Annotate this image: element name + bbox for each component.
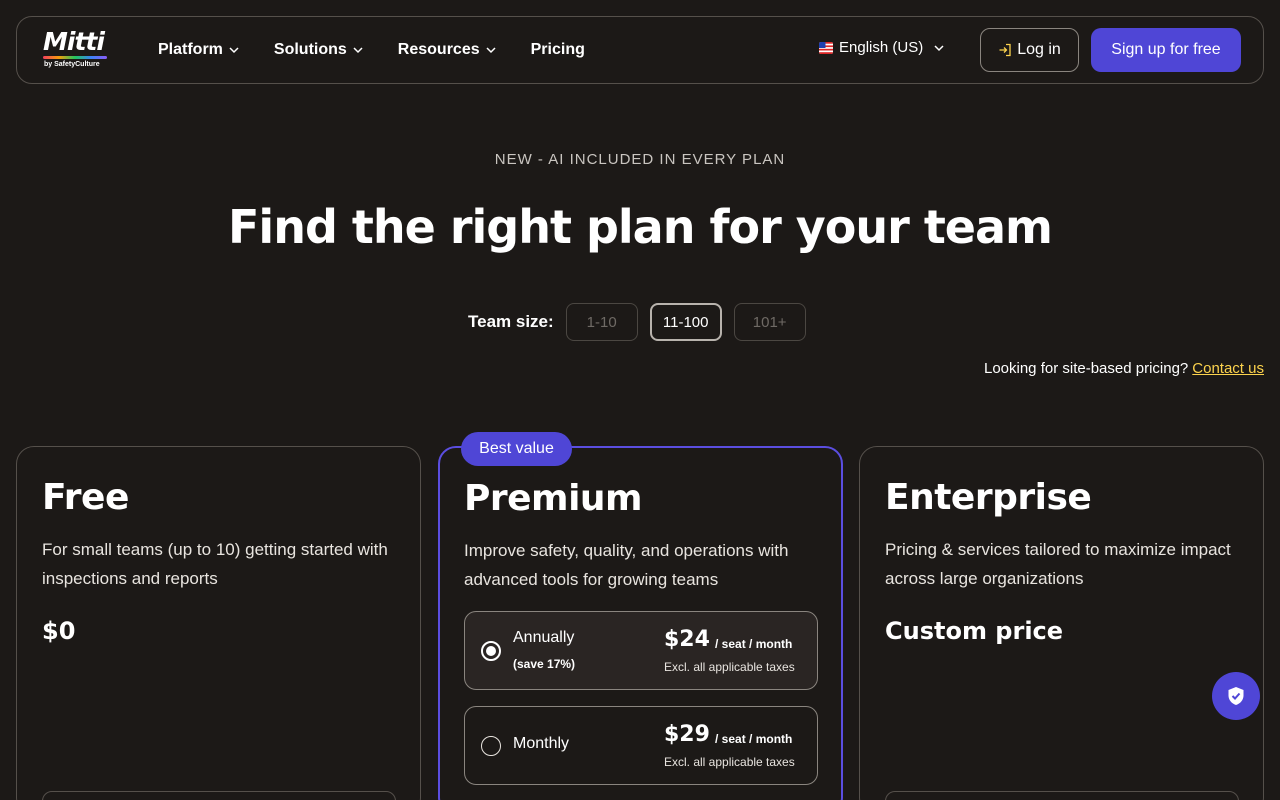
plan-cta-free[interactable] <box>42 791 396 800</box>
radio-monthly[interactable] <box>481 736 501 756</box>
logo-wordmark: Mitti <box>43 27 105 56</box>
billing-label-annually: Annually <box>513 629 575 646</box>
plan-card-free: Free For small teams (up to 10) getting … <box>16 446 421 800</box>
nav-pricing-label: Pricing <box>530 41 585 58</box>
language-selector[interactable]: English (US) <box>819 39 945 56</box>
price-annually: $24 <box>664 627 710 652</box>
language-label: English (US) <box>839 39 924 56</box>
plan-title-enterprise: Enterprise <box>885 477 1092 518</box>
chevron-down-icon <box>229 47 239 54</box>
top-nav: Mitti by SafetyCulture Platform Solution… <box>16 16 1264 84</box>
tax-note-monthly: Excl. all applicable taxes <box>664 755 795 769</box>
plan-cta-enterprise[interactable] <box>885 791 1239 800</box>
logo-color-bar <box>43 56 107 59</box>
page-title: Find the right plan for your team <box>228 200 1053 254</box>
shield-check-icon <box>1228 687 1244 705</box>
plan-price-enterprise: Custom price <box>885 617 1064 645</box>
tax-note-annually: Excl. all applicable taxes <box>664 660 795 674</box>
team-size-selector: Team size: 1-10 11-100 101+ <box>468 303 818 341</box>
nav-platform-label: Platform <box>158 41 223 58</box>
best-value-badge: Best value <box>461 432 572 466</box>
plan-desc-enterprise: Pricing & services tailored to maximize … <box>885 540 1231 588</box>
logo[interactable]: Mitti by SafetyCulture <box>41 27 113 73</box>
login-arrow-icon <box>999 43 1011 57</box>
nav-solutions-label: Solutions <box>273 41 347 58</box>
plan-price-free: $0 <box>42 617 76 645</box>
billing-option-monthly[interactable]: Monthly $29 / seat / month Excl. all app… <box>464 706 818 785</box>
price-monthly: $29 <box>664 722 710 747</box>
billing-label-monthly: Monthly <box>513 735 570 752</box>
price-unit-annually: / seat / month <box>715 637 793 651</box>
plan-desc-premium: Improve safety, quality, and operations … <box>464 541 789 589</box>
site-pricing-note: Looking for site-based pricing? Contact u… <box>984 360 1264 377</box>
chevron-down-icon <box>934 44 944 51</box>
site-pricing-text: Looking for site-based pricing? <box>983 360 1189 377</box>
plan-card-premium: Premium Improve safety, quality, and ope… <box>438 446 843 800</box>
login-button[interactable]: Log in <box>980 28 1079 72</box>
plan-title-premium: Premium <box>464 478 643 519</box>
billing-save-note: (save 17%) <box>513 657 576 671</box>
nav-resources-label: Resources <box>397 41 480 58</box>
plan-title-free: Free <box>42 477 129 518</box>
logo-tagline: by SafetyCulture <box>44 61 100 68</box>
signup-button[interactable]: Sign up for free <box>1091 28 1241 72</box>
chevron-down-icon <box>486 47 496 54</box>
chevron-down-icon <box>353 47 363 54</box>
privacy-shield-button[interactable] <box>1212 672 1260 720</box>
login-label: Log in <box>1017 41 1061 58</box>
hero-eyebrow: NEW - AI INCLUDED IN EVERY PLAN <box>494 151 786 168</box>
radio-annually[interactable] <box>481 641 501 661</box>
us-flag-icon <box>819 41 833 54</box>
contact-us-link[interactable]: Contact us <box>1192 360 1264 377</box>
plan-card-enterprise: Enterprise Pricing & services tailored t… <box>859 446 1264 800</box>
plan-desc-free: For small teams (up to 10) getting start… <box>42 540 388 588</box>
nav-platform[interactable]: Platform <box>158 41 240 59</box>
nav-pricing[interactable]: Pricing <box>531 41 585 59</box>
nav-solutions[interactable]: Solutions <box>274 41 364 59</box>
team-size-label: Team size: <box>468 312 554 331</box>
billing-option-annually[interactable]: Annually (save 17%) $24 / seat / month E… <box>464 611 818 690</box>
nav-resources[interactable]: Resources <box>398 41 497 59</box>
nav-links: Platform Solutions Resources Pricing <box>158 17 619 83</box>
price-unit-monthly: / seat / month <box>715 732 793 746</box>
team-size-101-plus[interactable]: 101+ <box>733 303 806 341</box>
team-size-11-100[interactable]: 11-100 <box>649 303 722 341</box>
team-size-1-10[interactable]: 1-10 <box>565 303 638 341</box>
